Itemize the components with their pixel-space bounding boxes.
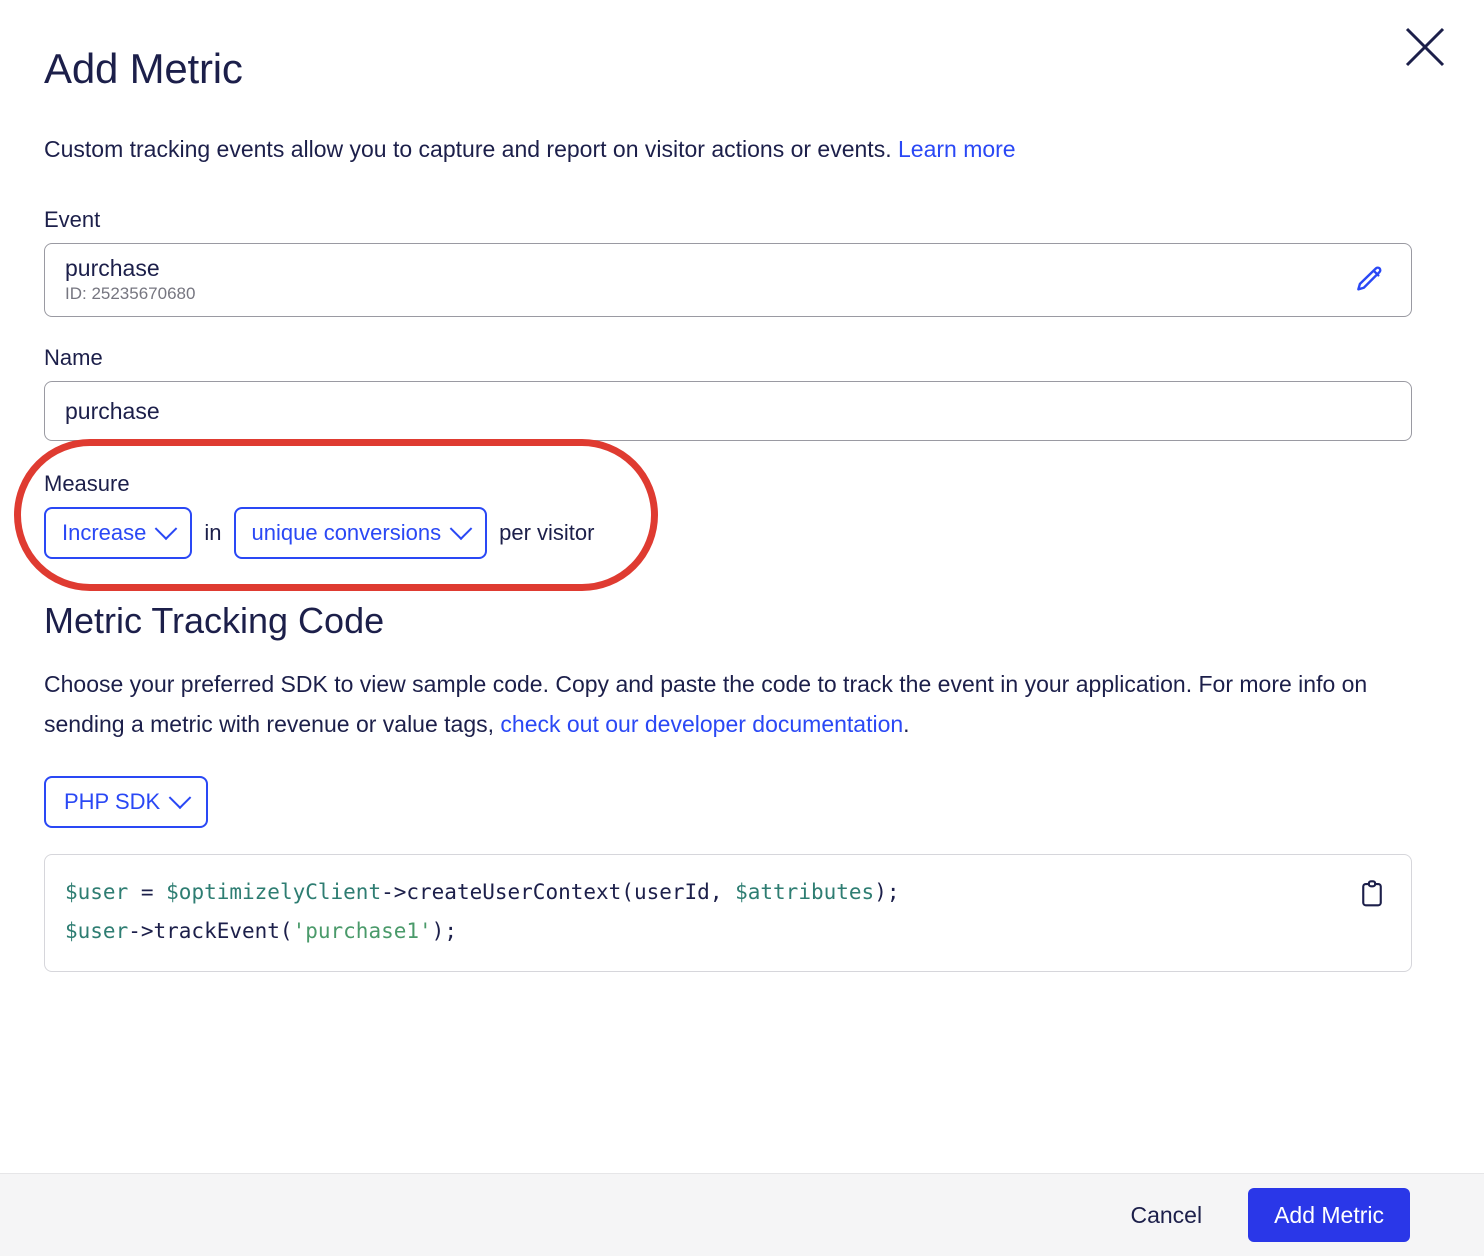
code-sample-block: $user = $optimizelyClient->createUserCon… <box>44 854 1412 972</box>
sdk-select-value: PHP SDK <box>64 789 161 815</box>
page-title: Add Metric <box>44 45 243 92</box>
close-icon[interactable] <box>1398 20 1452 74</box>
code-token-end: ); <box>874 880 900 905</box>
clipboard-icon[interactable] <box>1357 879 1387 912</box>
measure-direction-select[interactable]: Increase <box>44 507 193 560</box>
intro-sentence: Custom tracking events allow you to capt… <box>44 136 892 162</box>
code-token-end: ); <box>431 918 457 943</box>
developer-documentation-link[interactable]: check out our developer documentation <box>500 711 903 737</box>
code-token-var: $user <box>65 918 129 943</box>
measure-unit-value: unique conversions <box>251 520 442 546</box>
event-field-group: Event purchase ID: 25235670680 <box>44 207 1412 318</box>
event-label: Event <box>44 207 101 233</box>
add-metric-dialog: Add Metric Custom tracking events allow … <box>0 0 1484 1256</box>
chevron-down-icon <box>155 517 178 541</box>
measure-unit-select[interactable]: unique conversions <box>233 507 488 560</box>
dialog-footer: Cancel Add Metric <box>0 1173 1484 1256</box>
measure-conjunction: in <box>204 520 222 546</box>
code-token-op: = <box>128 880 167 905</box>
pencil-icon-glyph <box>1357 266 1382 291</box>
name-field-group: Name <box>44 345 1412 442</box>
code-token-var: $attributes <box>735 880 875 905</box>
measure-row: Increase in unique conversions per visit… <box>44 507 684 560</box>
measure-field-group: Measure Increase in unique conversions p… <box>14 439 684 592</box>
clipboard-icon-glyph <box>1362 880 1382 907</box>
dialog-body: Add Metric Custom tracking events allow … <box>0 0 1484 1173</box>
name-input[interactable] <box>65 397 1391 425</box>
tracking-code-description: Choose your preferred SDK to view sample… <box>44 665 1410 744</box>
name-label: Name <box>44 345 103 371</box>
tracking-code-title: Metric Tracking Code <box>44 600 385 642</box>
code-token-var: $user <box>65 880 129 905</box>
close-icon-glyph <box>1405 27 1445 67</box>
name-input-wrapper[interactable] <box>44 381 1412 442</box>
learn-more-link[interactable]: Learn more <box>898 136 1016 162</box>
code-sample-text: $user = $optimizelyClient->createUserCon… <box>65 873 899 951</box>
sdk-select[interactable]: PHP SDK <box>44 776 209 829</box>
event-name-value: purchase <box>65 254 160 281</box>
event-input[interactable]: purchase ID: 25235670680 <box>44 243 1412 318</box>
intro-text: Custom tracking events allow you to capt… <box>44 134 1410 165</box>
code-token-call: ->trackEvent( <box>128 918 293 943</box>
tracking-desc-part2: . <box>903 710 910 737</box>
chevron-down-icon <box>168 786 192 810</box>
measure-direction-value: Increase <box>62 520 147 546</box>
code-token-var: $optimizelyClient <box>166 880 382 905</box>
measure-trailing-text: per visitor <box>499 520 595 546</box>
event-id-value: ID: 25235670680 <box>65 284 196 304</box>
code-token-call: ->createUserContext(userId, <box>381 880 736 905</box>
add-metric-button[interactable]: Add Metric <box>1248 1188 1410 1242</box>
pencil-icon[interactable] <box>1349 260 1389 300</box>
measure-label: Measure <box>44 471 130 497</box>
code-token-string: 'purchase1' <box>292 918 432 943</box>
event-text-wrap: purchase ID: 25235670680 <box>65 254 1349 305</box>
cancel-button[interactable]: Cancel <box>1126 1194 1206 1237</box>
chevron-down-icon <box>449 517 473 541</box>
